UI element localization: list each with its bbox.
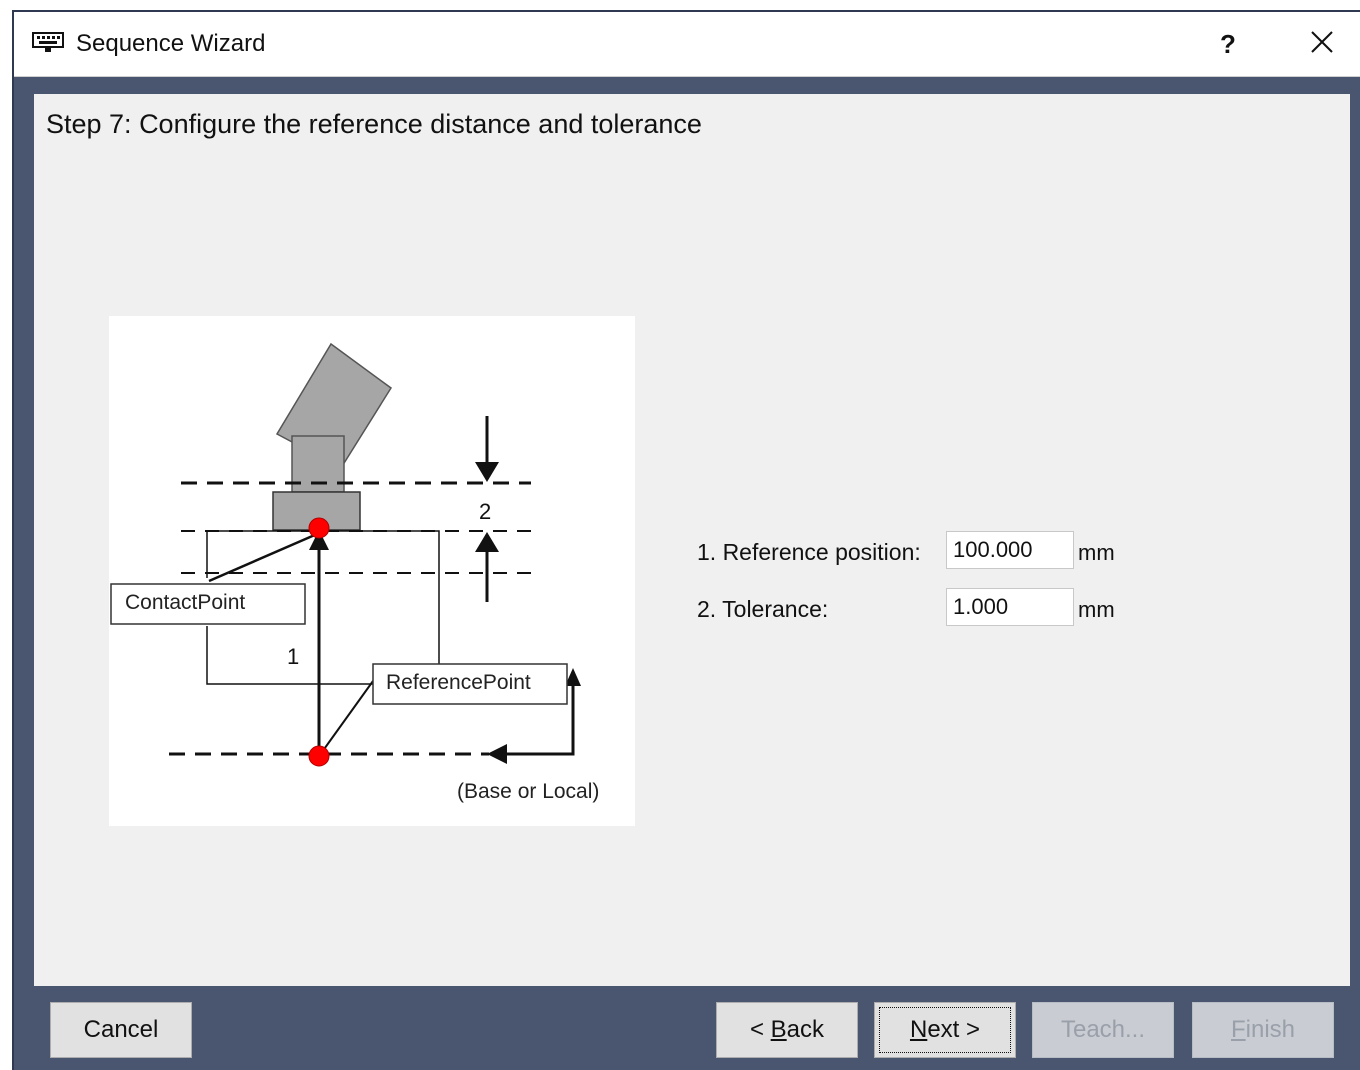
- reference-position-label: 1. Reference position:: [697, 539, 921, 565]
- reference-point-marker: [308, 745, 330, 767]
- teach-button[interactable]: Teach...: [1032, 1002, 1174, 1058]
- contact-point-label: ContactPoint: [125, 591, 245, 614]
- help-button[interactable]: ?: [1204, 18, 1252, 70]
- reference-point-label: ReferencePoint: [386, 671, 531, 694]
- reference-position-input[interactable]: [946, 531, 1074, 569]
- contact-point-marker: [308, 517, 330, 539]
- title-bar[interactable]: Sequence Wizard ?: [14, 12, 1360, 77]
- dimension-1-label: 1: [287, 644, 299, 669]
- back-mnemonic: B: [770, 1016, 787, 1043]
- reference-diagram: 2 1 ContactPoint ReferencePoint (Base or…: [109, 316, 635, 826]
- tolerance-input[interactable]: [946, 588, 1074, 626]
- tolerance-unit: mm: [1078, 597, 1115, 622]
- base-or-local-label: (Base or Local): [457, 780, 599, 803]
- window-title: Sequence Wizard: [76, 30, 266, 57]
- finish-rest: inish: [1245, 1016, 1296, 1043]
- wizard-window: Sequence Wizard ? Step 7: Configure the …: [12, 10, 1360, 1070]
- back-prefix: <: [749, 1016, 771, 1043]
- step-title: Step 7: Configure the reference distance…: [46, 109, 702, 139]
- finish-button[interactable]: Finish: [1192, 1002, 1334, 1058]
- back-button[interactable]: < Back: [716, 1002, 858, 1058]
- finish-mnemonic: F: [1230, 1016, 1246, 1043]
- tolerance-label: 2. Tolerance:: [697, 596, 829, 622]
- terminal-icon: [32, 32, 64, 54]
- wizard-content: Step 7: Configure the reference distance…: [34, 94, 1350, 986]
- reference-position-unit: mm: [1078, 540, 1115, 565]
- next-button[interactable]: Next >: [874, 1002, 1016, 1058]
- focus-ring: [879, 1007, 1011, 1053]
- close-icon: [1310, 30, 1334, 59]
- cancel-button[interactable]: Cancel: [50, 1002, 192, 1058]
- back-rest: ack: [786, 1016, 825, 1043]
- dimension-2-label: 2: [479, 499, 491, 524]
- close-button[interactable]: [1296, 18, 1348, 70]
